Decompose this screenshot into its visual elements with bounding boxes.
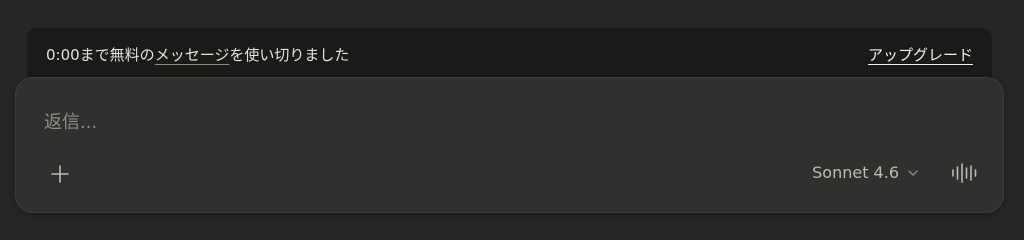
usage-limit-message: 0:00まで無料のメッセージを使い切りました <box>46 44 349 65</box>
plus-icon <box>51 165 69 183</box>
chevron-down-icon <box>908 169 918 176</box>
voice-waveform-icon <box>952 163 977 183</box>
usage-limit-message-suffix: を使い切りました <box>229 46 350 64</box>
voice-mode-button[interactable] <box>947 158 981 188</box>
model-selector[interactable]: Sonnet 4.6 <box>812 163 919 182</box>
upgrade-link[interactable]: アップグレード <box>868 44 973 65</box>
reply-input[interactable] <box>44 108 944 136</box>
usage-limit-message-prefix: 0:00まで無料の <box>46 46 155 64</box>
reply-composer: Sonnet 4.6 <box>15 77 1004 213</box>
model-label: Sonnet 4.6 <box>812 163 899 182</box>
messages-link[interactable]: メッセージ <box>155 46 230 64</box>
add-attachment-button[interactable] <box>46 160 74 188</box>
